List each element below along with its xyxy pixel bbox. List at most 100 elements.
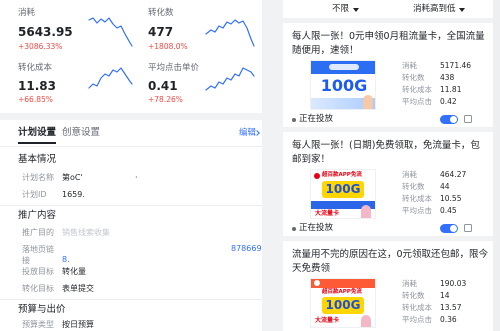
unicom-logo-icon [314,280,320,286]
creative-image: 超百款APP免流 100G 大流量卡 [310,169,376,219]
stat-avg-click-label: 平均点击 [402,315,432,324]
plan-id-label: 计划ID [22,190,47,199]
metric-spend-value: 5643.95 [18,25,73,39]
delivery-toggle[interactable] [440,224,458,233]
image-figure [361,205,371,218]
delivery-status: 正在投放 [299,223,334,233]
image-figure [361,315,371,327]
ad-campaign-app: 消耗 5643.95 +3086.33% 转化数 477 +1808.0% 转化… [0,0,500,331]
stat-conversions-value: 438 [440,73,455,82]
delivery-goal-value: 转化量 [62,267,86,276]
basic-info-title: 基本情况 [18,154,57,165]
creative-card[interactable]: 每人限一张！(日期)免费领取，免流量卡，包邮到家！ 超百款APP免流 100G … [283,132,493,236]
status-filter-dropdown[interactable]: 不限 [332,4,349,15]
delivery-toggle[interactable] [440,115,458,124]
toggle-knob [450,116,457,123]
creative-card[interactable]: 每人限一张！0元申领0月租流量卡，全国流量随便用，速领！ 100G 消耗 517… [283,23,493,127]
plan-detail-panel: 消耗 5643.95 +3086.33% 转化数 477 +1808.0% 转化… [0,0,262,331]
stat-avg-click-value: 0.36 [440,315,457,324]
metric-cost-per-conversion-sparkline [88,67,133,89]
caret-down-icon[interactable] [459,8,465,12]
stat-spend-label: 消耗 [402,170,417,179]
tab-divider [0,146,262,147]
image-headline: 100G [325,182,361,196]
section-divider [0,205,262,206]
promotion-purpose-value: 销售线索收集 [62,228,110,237]
landing-page-label: 落地页链接 [22,245,54,265]
stat-cost-value: 10.55 [440,194,462,203]
image-tagline: 超百款APP免流 [322,172,362,178]
promotion-purpose-label: 推广目的 [22,228,54,237]
creative-title: 每人限一张！(日期)免费领取，免流量卡，包邮到家！ [292,140,480,165]
metric-spend-label: 消耗 [18,8,36,18]
stat-avg-click-value: 0.42 [440,97,457,106]
image-tagline: 超百款APP免流 [322,289,362,295]
metric-avg-cpc-change: +78.26% [148,95,183,104]
toggle-knob [450,225,457,232]
landing-page-link[interactable]: 878669 [231,244,262,254]
stat-conversions-label: 转化数 [402,73,425,82]
creative-filter-bar: 不限 消耗高到低 [283,0,493,18]
budget-type-value: 按日预算 [62,320,94,329]
metric-conversions-label: 转化数 [148,8,174,18]
metric-avg-cpc-sparkline [205,67,255,91]
budget-title: 预算与出价 [18,304,66,315]
metric-cost-per-conversion-change: +66.85% [18,95,53,104]
creative-card[interactable]: 流量用不完的原因在这，0元领取还包邮，限今天免费领 超百款APP免流 100G … [283,241,493,331]
image-figure [363,95,373,109]
stat-conversions-value: 14 [440,291,450,300]
status-dot-icon [292,118,296,122]
stat-cost-label: 转化成本 [402,194,432,203]
conversion-goal-value: 表单提交 [62,284,94,293]
image-banner [311,279,375,288]
section-separator [0,113,262,120]
edit-link[interactable]: 编辑 [239,128,256,139]
creative-image: 100G [310,60,376,110]
section-divider [0,299,262,300]
creative-title: 每人限一张！0元申领0月租流量卡，全国流量随便用，速领！ [292,31,485,56]
unicom-logo-icon [314,173,320,179]
sort-dropdown[interactable]: 消耗高到低 [413,4,456,15]
stat-cost-label: 转化成本 [402,303,432,312]
creative-title: 流量用不完的原因在这，0元领取还包邮，限今天免费领 [292,249,489,274]
tab-creative-settings[interactable]: 创意设置 [62,127,100,139]
promotion-title: 推广内容 [18,210,57,221]
creative-image: 超百款APP免流 100G 大流量卡 [310,278,376,328]
tab-plan-settings[interactable]: 计划设置 [18,127,56,139]
metric-spend-sparkline [88,17,133,47]
stat-spend-label: 消耗 [402,61,417,70]
image-headline: 100G [325,298,361,312]
metric-cost-per-conversion-value: 11.83 [18,79,56,93]
image-badge: 大流量卡 [315,317,340,324]
metric-conversions-value: 477 [148,25,174,39]
stat-spend-label: 消耗 [402,279,417,288]
stat-conversions-label: 转化数 [402,182,425,191]
metric-avg-cpc-value: 0.41 [148,79,178,93]
copy-icon[interactable] [464,224,472,232]
stat-cost-value: 11.81 [440,85,462,94]
caret-down-icon[interactable] [353,8,359,12]
metric-spend-change: +3086.33% [18,42,63,51]
stat-avg-click-value: 0.45 [440,206,457,215]
stat-avg-click-label: 平均点击 [402,206,432,215]
delivery-status: 正在投放 [299,114,334,124]
plan-id-value: 1659. [62,190,85,199]
stat-cost-value: 13.57 [440,303,462,312]
stat-conversions-value: 44 [440,182,450,191]
stat-spend-value: 5171.46 [440,61,472,70]
stat-spend-value: 464.27 [440,170,467,179]
scrollbar[interactable] [493,0,500,331]
conversion-goal-label: 转化目标 [22,284,54,293]
metric-conversions-change: +1808.0% [148,42,188,51]
plan-name-label: 计划名称 [22,173,54,182]
stat-conversions-label: 转化数 [402,291,425,300]
plan-name-tail: · [135,173,138,182]
metric-conversions-sparkline [205,19,255,47]
landing-page-link-continued[interactable]: 8. [62,255,70,265]
stat-cost-label: 转化成本 [402,85,432,94]
image-banner-pill [329,64,359,70]
status-dot-icon [292,227,296,231]
copy-icon[interactable] [464,115,472,123]
stat-avg-click-label: 平均点击 [402,97,432,106]
active-tab-indicator [18,142,56,144]
